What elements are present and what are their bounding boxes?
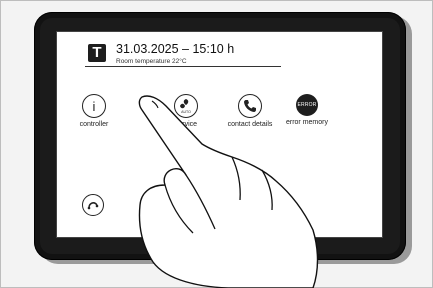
back-button[interactable] xyxy=(82,194,104,216)
brand-logo: T xyxy=(88,44,106,62)
room-temperature: Room temperature 22°C xyxy=(116,58,187,65)
menu-item-service[interactable]: AUTO service xyxy=(155,94,217,128)
info-icon: i xyxy=(82,94,106,118)
error-icon: ERROR xyxy=(296,94,318,116)
menu-item-label: contact details xyxy=(227,121,273,128)
menu-item-label: error memory xyxy=(285,119,328,126)
menu-item-error-memory[interactable]: ERROR error memory xyxy=(276,94,338,126)
touch-screen: T 31.03.2025 – 15:10 h Room temperature … xyxy=(56,31,383,238)
phone-icon xyxy=(238,94,262,118)
menu-item-label: service xyxy=(174,121,198,128)
menu-item-label: controller xyxy=(79,121,109,128)
datetime-display: 31.03.2025 – 15:10 h xyxy=(116,42,235,56)
svg-text:AUTO: AUTO xyxy=(181,110,191,114)
back-arrow-icon xyxy=(87,202,99,210)
menu-item-contact-details[interactable]: contact details xyxy=(219,94,281,128)
header-divider xyxy=(85,66,281,67)
menu-item-controller[interactable]: i controller xyxy=(63,94,125,128)
fan-auto-icon: AUTO xyxy=(174,94,198,118)
